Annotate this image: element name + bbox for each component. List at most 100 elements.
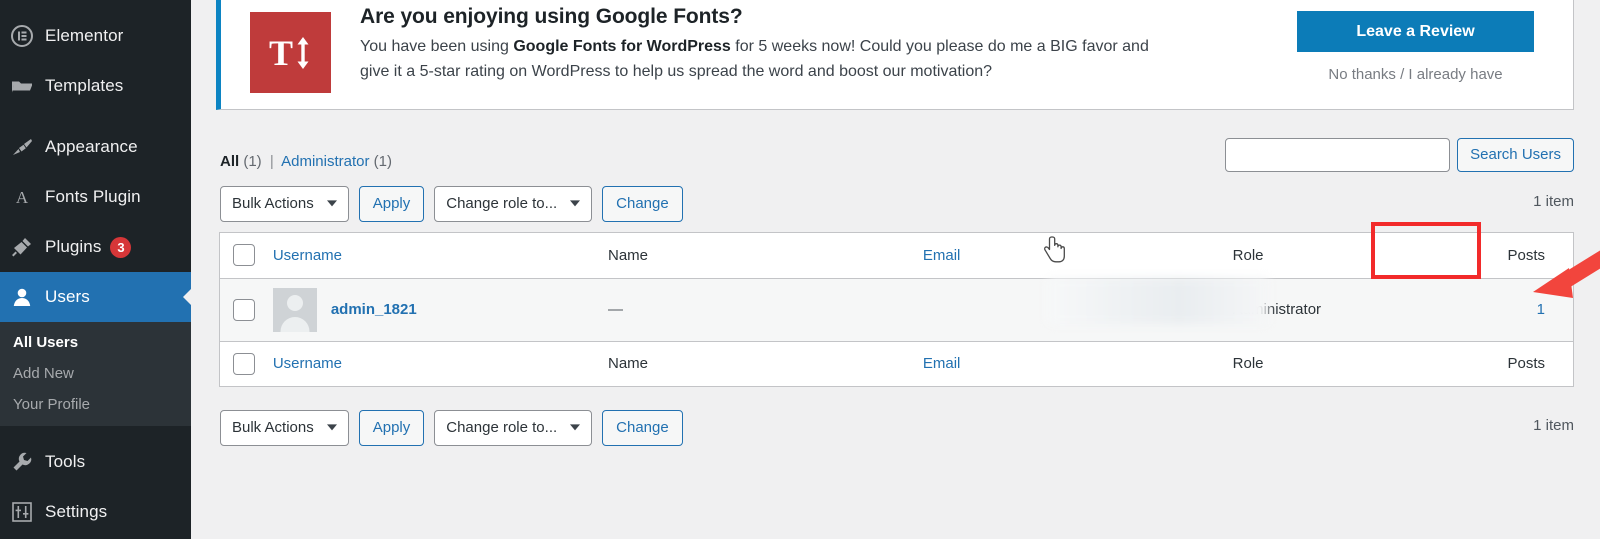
sidebar-item-label: Elementor xyxy=(45,26,124,45)
change-role-select-top[interactable]: Change role to... xyxy=(434,186,593,222)
chevron-down-icon xyxy=(570,424,581,431)
column-label: Role xyxy=(1232,355,1264,373)
change-role-select-bottom[interactable]: Change role to... xyxy=(434,410,593,446)
filter-administrator-label[interactable]: Administrator xyxy=(281,153,369,170)
plugins-update-badge: 3 xyxy=(110,236,132,258)
apply-button-bottom[interactable]: Apply xyxy=(358,410,425,446)
column-header-name-top: Name xyxy=(608,233,923,278)
sidebar-item-fonts-plugin[interactable]: A Fonts Plugin xyxy=(0,172,191,222)
row-name-cell: — xyxy=(608,278,923,341)
sidebar-item-templates[interactable]: Templates xyxy=(0,61,191,111)
row-select-cell xyxy=(220,278,273,341)
bulk-actions-select-bottom[interactable]: Bulk Actions xyxy=(220,410,349,446)
select-all-header-top xyxy=(220,233,273,278)
users-table-body: admin_1821 — Administrator 1 xyxy=(220,278,1573,341)
sidebar-item-label: Appearance xyxy=(45,137,138,156)
sidebar-item-label: Templates xyxy=(45,76,124,95)
svg-text:A: A xyxy=(16,188,29,207)
table-footer-row: Username Name Email Role Posts xyxy=(220,341,1573,386)
change-role-button-top[interactable]: Change xyxy=(602,186,683,222)
change-role-select-bottom-value: Change role to... xyxy=(446,419,558,436)
sidebar-item-tools[interactable]: Tools xyxy=(0,437,191,487)
search-users-button[interactable]: Search Users xyxy=(1457,138,1574,172)
item-count-top: 1 item xyxy=(1533,193,1574,210)
user-role-filter-links: All (1) | Administrator (1) xyxy=(220,153,392,170)
users-table-header: Username Name Email Role Posts xyxy=(220,233,1573,278)
tablenav-top: Bulk Actions Apply Change role to... Cha… xyxy=(220,186,683,222)
tablenav-bottom: Bulk Actions Apply Change role to... Cha… xyxy=(220,410,683,446)
column-header-role-bottom: Role xyxy=(1233,341,1431,386)
column-header-email-top[interactable]: Email xyxy=(923,233,1233,278)
apply-button-top[interactable]: Apply xyxy=(358,186,425,222)
current-menu-arrow-icon xyxy=(183,288,191,306)
paintbrush-icon xyxy=(10,135,34,159)
sidebar-item-label: Users xyxy=(45,287,90,306)
sidebar-item-label: Fonts Plugin xyxy=(45,187,141,206)
main-content-area: T Are you enjoying using Google Fonts? Y… xyxy=(191,0,1600,539)
select-all-checkbox-bottom[interactable] xyxy=(233,352,255,375)
username-link[interactable]: admin_1821 xyxy=(331,301,417,318)
row-email-cell xyxy=(923,278,1233,341)
avatar xyxy=(272,287,317,332)
user-search-form: Search Users xyxy=(1225,138,1574,172)
sidebar-separator-1 xyxy=(0,111,191,122)
row-posts-cell: 1 xyxy=(1431,278,1573,341)
wordpress-admin-screen: Elementor Templates Appearance A Fonts P… xyxy=(0,0,1600,539)
select-all-checkbox-top[interactable] xyxy=(233,244,255,267)
submenu-item-your-profile[interactable]: Your Profile xyxy=(0,389,191,420)
users-table: Username Name Email Role Posts admin_182… xyxy=(219,232,1574,387)
fonts-plugin-logo-icon: T xyxy=(250,12,331,93)
filter-separator: | xyxy=(269,153,274,170)
leave-a-review-button[interactable]: Leave a Review xyxy=(1297,11,1534,52)
user-icon xyxy=(10,285,34,309)
submenu-item-add-new[interactable]: Add New xyxy=(0,358,191,389)
review-notice-banner: T Are you enjoying using Google Fonts? Y… xyxy=(216,0,1574,110)
sidebar-item-label: Plugins xyxy=(45,237,102,256)
notice-description: You have been using Google Fonts for Wor… xyxy=(360,34,1160,84)
dismiss-notice-link[interactable]: No thanks / I already have xyxy=(1273,66,1558,83)
chevron-down-icon xyxy=(326,424,337,431)
table-row: admin_1821 — Administrator 1 xyxy=(220,278,1573,341)
column-label: Posts xyxy=(1507,246,1545,264)
svg-text:T: T xyxy=(268,33,292,73)
row-role-cell: Administrator xyxy=(1233,278,1431,341)
row-posts-value[interactable]: 1 xyxy=(1537,301,1545,318)
notice-text-post: for 5 weeks now! Could you please do me … xyxy=(730,38,1149,55)
bulk-actions-select-bottom-value: Bulk Actions xyxy=(232,419,314,436)
bulk-actions-select-top-value: Bulk Actions xyxy=(232,195,314,212)
chevron-down-icon xyxy=(570,200,581,207)
column-label: Posts xyxy=(1507,355,1545,373)
row-role-value: Administrator xyxy=(1232,301,1322,318)
sidebar-item-plugins[interactable]: Plugins 3 xyxy=(0,222,191,272)
row-username-cell: admin_1821 xyxy=(272,278,608,341)
column-header-email-bottom[interactable]: Email xyxy=(923,341,1233,386)
column-header-name-bottom: Name xyxy=(608,341,923,386)
sliders-icon xyxy=(10,500,34,524)
chevron-down-icon xyxy=(326,200,337,207)
column-label: Name xyxy=(608,246,649,264)
item-count-bottom: 1 item xyxy=(1533,417,1574,434)
notice-actions: Leave a Review No thanks / I already hav… xyxy=(1273,11,1573,83)
users-submenu: All Users Add New Your Profile xyxy=(0,322,191,426)
bulk-actions-select-top[interactable]: Bulk Actions xyxy=(220,186,349,222)
submenu-item-all-users[interactable]: All Users xyxy=(0,327,191,358)
wrench-icon xyxy=(10,450,34,474)
notice-text-pre: You have been using xyxy=(360,38,514,55)
column-label: Email xyxy=(922,246,961,264)
sidebar-item-elementor[interactable]: Elementor xyxy=(0,11,191,61)
row-checkbox[interactable] xyxy=(233,298,255,321)
sidebar-item-appearance[interactable]: Appearance xyxy=(0,122,191,172)
sidebar-separator-2 xyxy=(0,426,191,437)
column-label: Username xyxy=(272,246,343,264)
elementor-icon xyxy=(10,24,34,48)
search-input[interactable] xyxy=(1225,138,1451,172)
filter-all-label[interactable]: All xyxy=(220,153,239,170)
sidebar-item-settings[interactable]: Settings xyxy=(0,487,191,537)
column-header-username-bottom[interactable]: Username xyxy=(273,341,608,386)
sidebar-item-label: Tools xyxy=(45,452,86,471)
column-header-posts-bottom: Posts xyxy=(1431,341,1573,386)
notice-title: Are you enjoying using Google Fonts? xyxy=(360,5,743,28)
sidebar-item-users[interactable]: Users xyxy=(0,272,191,322)
column-header-username-top[interactable]: Username xyxy=(273,233,608,278)
change-role-button-bottom[interactable]: Change xyxy=(602,410,683,446)
